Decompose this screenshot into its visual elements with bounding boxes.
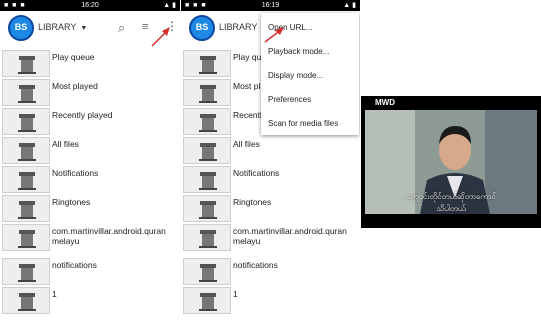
list-item[interactable]: All files	[0, 136, 180, 165]
folder-thumb	[183, 79, 231, 106]
library-screen-2: ■ ■ ■ 16:19 ▲ ▮ BS LIBRARY▼ Play queue M…	[181, 0, 360, 322]
list-item[interactable]: All files	[181, 136, 360, 165]
status-time: 16:19	[261, 2, 280, 9]
signal-battery-icons: ▲ ▮	[343, 2, 356, 9]
signal-battery-icons: ▲ ▮	[163, 2, 176, 9]
channel-watermark: MWD	[375, 98, 395, 107]
annotation-arrow	[264, 27, 284, 43]
menu-item-display-mode[interactable]: Display mode...	[268, 71, 323, 80]
list-item[interactable]: Notifications	[181, 165, 360, 194]
app-logo: BS	[8, 15, 34, 41]
menu-item-scan-media[interactable]: Scan for media files	[268, 119, 338, 128]
list-item[interactable]: Ringtones	[0, 194, 180, 223]
annotation-arrow	[151, 27, 170, 47]
folder-thumb	[2, 108, 50, 135]
folder-thumb	[183, 224, 231, 251]
folder-thumb	[2, 224, 50, 251]
search-icon[interactable]: ⌕	[118, 20, 125, 36]
folder-thumb	[2, 137, 50, 164]
notification-icons: ■ ■ ■	[185, 2, 207, 9]
folder-thumb	[183, 108, 231, 135]
folder-thumb	[183, 137, 231, 164]
app-logo: BS	[189, 15, 215, 41]
list-item[interactable]: notifications	[0, 257, 180, 286]
folder-thumb	[183, 287, 231, 314]
subtitle-line-1: ကျောင်းတိုင်တယ်ဆိုတာကောင်	[406, 192, 496, 201]
video-frame[interactable]: MWD ကျောင်းတိုင်တယ်ဆိုတာကောင် သိပါတယ်	[361, 96, 541, 228]
list-item[interactable]: com.martinvillar.android.quranmelayu	[181, 223, 360, 252]
list-item[interactable]: notifications	[181, 257, 360, 286]
library-screen-1: ■ ■ ■ 16:20 ▲ ▮ BS LIBRARY ▼ ⌕ ≡ ⋮ Play q…	[0, 0, 180, 322]
list-item[interactable]: Most played	[0, 78, 180, 107]
caret-down-icon: ▼	[80, 25, 88, 32]
list-item[interactable]: com.martinvillar.android.quranmelayu	[0, 223, 180, 252]
folder-thumb	[183, 195, 231, 222]
list-item[interactable]: 1	[181, 286, 360, 315]
list-item[interactable]: Notifications	[0, 165, 180, 194]
folder-thumb	[2, 79, 50, 106]
status-bar: ■ ■ ■ 16:20 ▲ ▮	[0, 0, 180, 11]
folder-thumb	[183, 258, 231, 285]
folder-thumb	[2, 287, 50, 314]
list-item[interactable]: Ringtones	[181, 194, 360, 223]
folder-thumb	[183, 50, 231, 77]
folder-thumb	[183, 166, 231, 193]
folder-thumb	[2, 195, 50, 222]
list-item[interactable]: Play queue	[0, 49, 180, 78]
status-bar: ■ ■ ■ 16:19 ▲ ▮	[181, 0, 360, 11]
subtitle-line-2: သိပါတယ်	[436, 204, 466, 213]
list-item[interactable]: Recently played	[0, 107, 180, 136]
list-item[interactable]: 1	[0, 286, 180, 315]
folder-thumb	[2, 166, 50, 193]
video-player-screen: MWD ကျောင်းတိုင်တယ်ဆိုတာကောင် သိပါတယ်	[361, 0, 541, 322]
folder-thumb	[2, 258, 50, 285]
folder-thumb	[2, 50, 50, 77]
status-time: 16:20	[81, 2, 99, 9]
menu-item-playback-mode[interactable]: Playback mode...	[268, 47, 329, 56]
library-dropdown[interactable]: LIBRARY▼	[38, 22, 87, 32]
menu-item-preferences[interactable]: Preferences	[268, 95, 311, 104]
notification-icons: ■ ■ ■	[4, 2, 26, 9]
